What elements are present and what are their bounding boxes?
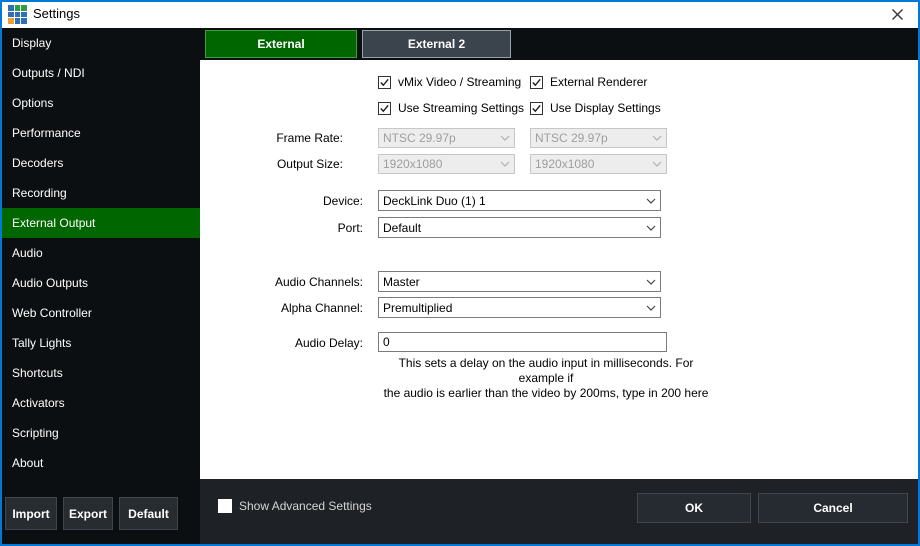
checkbox-use-streaming-settings[interactable]: Use Streaming Settings: [378, 101, 524, 115]
audio-delay-label: Audio Delay:: [200, 336, 363, 350]
checkbox-icon: [378, 102, 391, 115]
close-button[interactable]: [882, 0, 912, 28]
chevron-down-icon: [648, 135, 666, 141]
chevron-down-icon: [642, 198, 660, 204]
audio-channels-value: Master: [379, 275, 642, 289]
output-size-dropdown-1[interactable]: 1920x1080: [378, 154, 515, 174]
output-size-value-1: 1920x1080: [379, 157, 496, 171]
settings-window: Settings Display Outputs / NDI Options P…: [0, 0, 920, 546]
external-output-panel: vMix Video / Streaming External Renderer…: [200, 60, 920, 479]
device-dropdown[interactable]: DeckLink Duo (1) 1: [378, 190, 661, 211]
audio-channels-label: Audio Channels:: [200, 275, 363, 289]
chevron-down-icon: [642, 305, 660, 311]
sidebar: Display Outputs / NDI Options Performanc…: [0, 28, 200, 546]
checkbox-vmix-video-streaming[interactable]: vMix Video / Streaming: [378, 75, 521, 89]
output-size-label: Output Size:: [200, 157, 343, 171]
audio-channels-dropdown[interactable]: Master: [378, 271, 661, 292]
device-label: Device:: [200, 194, 363, 208]
tab-external-2[interactable]: External 2: [362, 30, 511, 58]
chevron-down-icon: [496, 135, 514, 141]
help-line-2: the audio is earlier than the video by 2…: [378, 386, 714, 401]
audio-delay-help-text: This sets a delay on the audio input in …: [378, 356, 714, 401]
window-title: Settings: [33, 0, 80, 28]
checkbox-show-advanced-settings[interactable]: Show Advanced Settings: [218, 499, 372, 513]
alpha-channel-dropdown[interactable]: Premultiplied: [378, 297, 661, 318]
sidebar-item-web-controller[interactable]: Web Controller: [0, 298, 200, 328]
checkbox-label: vMix Video / Streaming: [398, 75, 521, 89]
checkbox-use-display-settings[interactable]: Use Display Settings: [530, 101, 661, 115]
frame-rate-value-2: NTSC 29.97p: [531, 131, 648, 145]
checkbox-icon: [530, 76, 543, 89]
sidebar-item-options[interactable]: Options: [0, 88, 200, 118]
sidebar-item-outputs-ndi[interactable]: Outputs / NDI: [0, 58, 200, 88]
frame-rate-dropdown-2[interactable]: NTSC 29.97p: [530, 128, 667, 148]
port-value: Default: [379, 221, 642, 235]
help-line-1: This sets a delay on the audio input in …: [378, 356, 714, 386]
sidebar-item-activators[interactable]: Activators: [0, 388, 200, 418]
default-button[interactable]: Default: [119, 497, 178, 530]
checkbox-icon: [218, 499, 232, 513]
checkbox-icon: [530, 102, 543, 115]
checkbox-label: Use Display Settings: [550, 101, 661, 115]
sidebar-item-audio-outputs[interactable]: Audio Outputs: [0, 268, 200, 298]
sidebar-item-display[interactable]: Display: [0, 28, 200, 58]
tab-external[interactable]: External: [205, 30, 357, 58]
frame-rate-value-1: NTSC 29.97p: [379, 131, 496, 145]
checkbox-label: External Renderer: [550, 75, 647, 89]
footer-bar: Show Advanced Settings OK Cancel: [200, 479, 920, 546]
tab-bar: External External 2: [200, 28, 920, 60]
output-size-dropdown-2[interactable]: 1920x1080: [530, 154, 667, 174]
chevron-down-icon: [496, 161, 514, 167]
close-icon: [891, 8, 904, 21]
frame-rate-dropdown-1[interactable]: NTSC 29.97p: [378, 128, 515, 148]
cancel-button[interactable]: Cancel: [758, 493, 908, 523]
import-button[interactable]: Import: [5, 497, 57, 530]
device-value: DeckLink Duo (1) 1: [379, 194, 642, 208]
output-size-value-2: 1920x1080: [531, 157, 648, 171]
chevron-down-icon: [648, 161, 666, 167]
chevron-down-icon: [642, 225, 660, 231]
port-label: Port:: [200, 221, 363, 235]
checkbox-label: Use Streaming Settings: [398, 101, 524, 115]
ok-button[interactable]: OK: [637, 493, 751, 523]
checkbox-label: Show Advanced Settings: [239, 499, 372, 513]
sidebar-item-performance[interactable]: Performance: [0, 118, 200, 148]
checkbox-external-renderer[interactable]: External Renderer: [530, 75, 647, 89]
title-bar: Settings: [0, 0, 920, 28]
chevron-down-icon: [642, 279, 660, 285]
sidebar-item-shortcuts[interactable]: Shortcuts: [0, 358, 200, 388]
sidebar-item-scripting[interactable]: Scripting: [0, 418, 200, 448]
sidebar-item-external-output[interactable]: External Output: [0, 208, 200, 238]
alpha-channel-value: Premultiplied: [379, 301, 642, 315]
frame-rate-label: Frame Rate:: [200, 131, 343, 145]
sidebar-item-audio[interactable]: Audio: [0, 238, 200, 268]
checkbox-icon: [378, 76, 391, 89]
sidebar-item-tally-lights[interactable]: Tally Lights: [0, 328, 200, 358]
sidebar-item-decoders[interactable]: Decoders: [0, 148, 200, 178]
alpha-channel-label: Alpha Channel:: [200, 301, 363, 315]
port-dropdown[interactable]: Default: [378, 217, 661, 238]
sidebar-item-recording[interactable]: Recording: [0, 178, 200, 208]
vmix-logo-icon: [8, 5, 27, 24]
audio-delay-input[interactable]: [378, 332, 667, 352]
export-button[interactable]: Export: [63, 497, 113, 530]
sidebar-item-about[interactable]: About: [0, 448, 200, 478]
